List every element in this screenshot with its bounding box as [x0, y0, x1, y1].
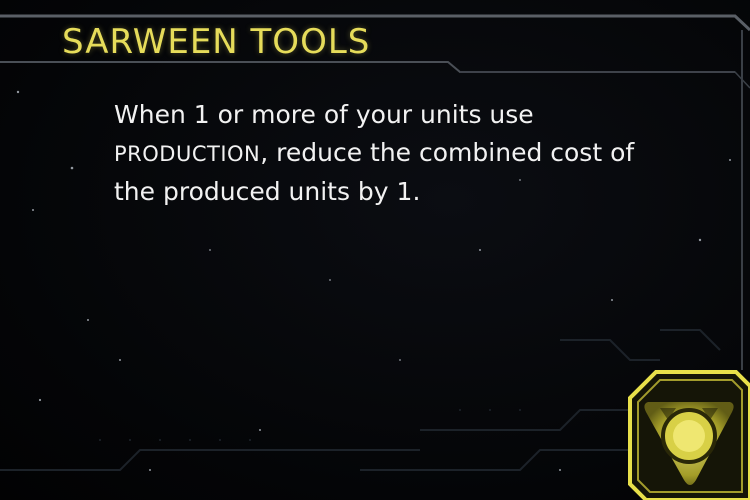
ability-line-1: When 1 or more of your units use — [114, 100, 534, 129]
ability-line-3: the produced units by 1. — [114, 177, 421, 206]
faction-emblem-icon — [628, 370, 750, 500]
card-title: SARWEEN TOOLS — [62, 22, 371, 62]
ability-keyword: PRODUCTION — [114, 142, 261, 166]
ability-line-2: PRODUCTION, reduce the combined cost of — [114, 134, 714, 173]
ability-text: When 1 or more of your units use PRODUCT… — [114, 96, 714, 211]
action-card: SARWEEN TOOLS When 1 or more of your uni… — [0, 0, 750, 500]
ability-line-2-rest: , reduce the combined cost of — [260, 138, 635, 167]
